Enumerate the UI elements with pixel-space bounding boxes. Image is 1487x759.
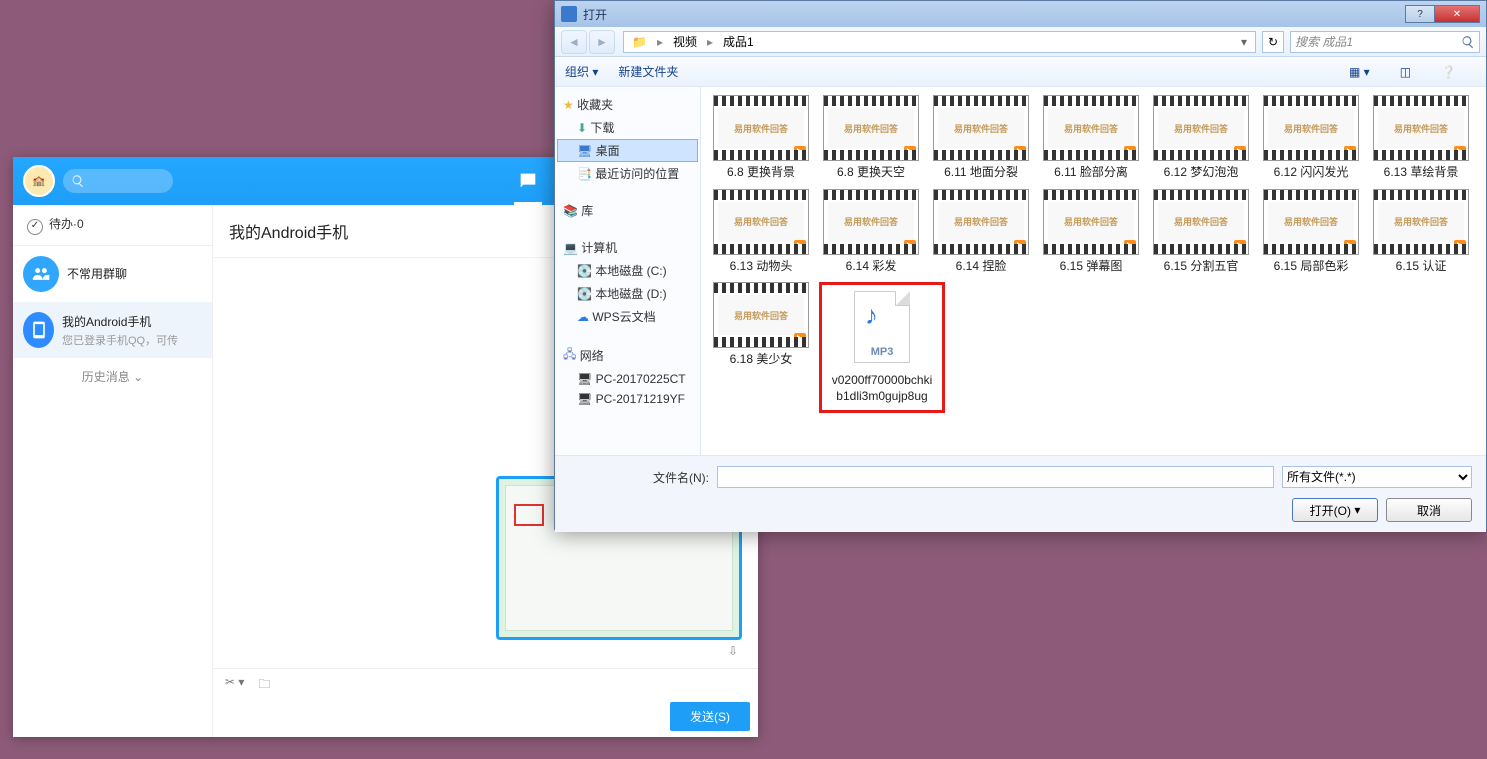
compose-toolbar: ✂ ▾ 🗀 [213, 668, 758, 702]
todo[interactable]: 待办·0 [13, 205, 212, 246]
refresh-button[interactable]: ↻ [1262, 31, 1284, 53]
file-item[interactable]: 易用软件回答6.11 脸部分离 [1039, 95, 1143, 181]
nav-bar: ◄ ► 📁 ▸ 视频 ▸ 成品1 ▾ ↻ 搜索 成品1 [555, 27, 1486, 57]
send-button[interactable]: 发送(S) [670, 702, 750, 731]
group-icon [23, 256, 59, 292]
search-icon [1461, 35, 1475, 49]
tree-pc2[interactable]: 🖥 PC-20171219YF [557, 389, 698, 409]
item-title: 我的Android手机 [62, 313, 202, 330]
tree-computer[interactable]: 💻 计算机 [557, 236, 698, 259]
item-subtitle: 您已登录手机QQ，可传 [62, 332, 202, 348]
close-button[interactable]: ✕ [1434, 5, 1480, 23]
item-title: 不常用群聊 [67, 265, 127, 282]
help-icon[interactable]: ❔ [1441, 65, 1456, 79]
tree-recent[interactable]: 📑 最近访问的位置 [557, 162, 698, 185]
avatar[interactable]: 🏫 [23, 165, 55, 197]
new-folder-button[interactable]: 新建文件夹 [618, 63, 678, 80]
search-box[interactable]: 搜索 成品1 [1290, 31, 1480, 53]
sidebar-item-groups[interactable]: 不常用群聊 [13, 246, 212, 302]
scissors-icon[interactable]: ✂ ▾ [225, 675, 244, 696]
dialog-title: 打开 [583, 6, 607, 23]
tree-downloads[interactable]: ⬇ 下载 [557, 116, 698, 139]
dialog-bottom: 文件名(N): 所有文件(*.*) 打开(O) ▾ 取消 [555, 455, 1486, 532]
tree-disk-d[interactable]: 💽 本地磁盘 (D:) [557, 282, 698, 305]
app-icon [561, 6, 577, 22]
file-item[interactable]: 易用软件回答6.12 梦幻泡泡 [1149, 95, 1253, 181]
file-list: 易用软件回答6.8 更换背景易用软件回答6.8 更换天空易用软件回答6.11 地… [701, 87, 1486, 455]
preview-button[interactable]: ◫ [1400, 65, 1411, 79]
search-icon [71, 174, 85, 188]
highlighted-file: ♪MP3v0200ff70000bchkib1dli3m0gujp8ug [819, 282, 945, 413]
tree-network[interactable]: 🖧 网络 [557, 342, 698, 369]
view-button[interactable]: ▦ ▾ [1349, 65, 1370, 79]
file-open-dialog: 打开 ? ✕ ◄ ► 📁 ▸ 视频 ▸ 成品1 ▾ ↻ 搜索 成品1 组织 ▾ … [554, 0, 1487, 530]
forward-button[interactable]: ► [589, 30, 615, 54]
dialog-titlebar: 打开 ? ✕ [555, 1, 1486, 27]
download-icon[interactable]: ⇩ [724, 644, 742, 658]
filename-label: 文件名(N): [569, 469, 709, 486]
tree-desktop[interactable]: 🖥 桌面 [557, 139, 698, 162]
file-item[interactable]: 易用软件回答6.14 捏脸 [929, 189, 1033, 275]
file-item[interactable]: 易用软件回答6.15 认证 [1369, 189, 1473, 275]
filename-input[interactable] [717, 466, 1274, 488]
file-item[interactable]: 易用软件回答6.18 美少女 [709, 282, 813, 413]
history-link[interactable]: 历史消息 [13, 358, 212, 395]
file-item[interactable]: 易用软件回答6.11 地面分裂 [929, 95, 1033, 181]
file-item[interactable]: 易用软件回答6.13 草绘背景 [1369, 95, 1473, 181]
file-item[interactable]: 易用软件回答6.15 弹幕图 [1039, 189, 1143, 275]
tree-disk-c[interactable]: 💽 本地磁盘 (C:) [557, 259, 698, 282]
folder-icon: 📁 [628, 35, 651, 49]
folder-tree: ★ 收藏夹 ⬇ 下载 🖥 桌面 📑 最近访问的位置 📚 库 💻 计算机 💽 本地… [555, 87, 701, 455]
open-button[interactable]: 打开(O) ▾ [1292, 498, 1378, 522]
search-input[interactable] [63, 169, 173, 193]
filter-select[interactable]: 所有文件(*.*) [1282, 466, 1472, 488]
file-item-mp3[interactable]: ♪MP3v0200ff70000bchkib1dli3m0gujp8ug [830, 291, 934, 404]
cancel-button[interactable]: 取消 [1386, 498, 1472, 522]
tab-messages[interactable] [516, 169, 540, 193]
toolbar: 组织 ▾ 新建文件夹 ▦ ▾ ◫ ❔ [555, 57, 1486, 87]
file-item[interactable]: 易用软件回答6.15 局部色彩 [1259, 189, 1363, 275]
breadcrumb[interactable]: 📁 ▸ 视频 ▸ 成品1 ▾ [623, 31, 1256, 53]
sidebar-item-android[interactable]: 我的Android手机 您已登录手机QQ，可传 [13, 302, 212, 358]
help-button[interactable]: ? [1405, 5, 1435, 23]
organize-menu[interactable]: 组织 ▾ [565, 63, 598, 80]
folder-icon[interactable]: 🗀 [258, 675, 270, 696]
back-button[interactable]: ◄ [561, 30, 587, 54]
phone-icon [23, 312, 54, 348]
tree-libraries[interactable]: 📚 库 [557, 199, 698, 222]
file-item[interactable]: 易用软件回答6.15 分割五官 [1149, 189, 1253, 275]
file-item[interactable]: 易用软件回答6.13 动物头 [709, 189, 813, 275]
tree-favorites[interactable]: ★ 收藏夹 [557, 93, 698, 116]
tree-wps[interactable]: ☁ WPS云文档 [557, 305, 698, 328]
file-item[interactable]: 易用软件回答6.8 更换天空 [819, 95, 923, 181]
qq-sidebar: 待办·0 不常用群聊 我的Android手机 您已登录手机QQ，可传 历史消息 [13, 205, 213, 737]
tree-pc1[interactable]: 🖥 PC-20170225CT [557, 369, 698, 389]
file-item[interactable]: 易用软件回答6.8 更换背景 [709, 95, 813, 181]
file-item[interactable]: 易用软件回答6.12 闪闪发光 [1259, 95, 1363, 181]
file-item[interactable]: 易用软件回答6.14 彩发 [819, 189, 923, 275]
